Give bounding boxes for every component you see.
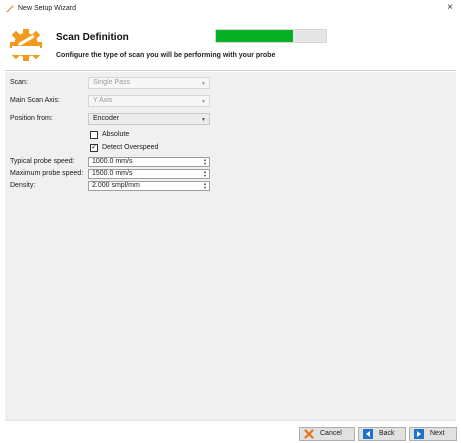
spin-arrows-icon[interactable]: ▲ ▼ bbox=[203, 182, 207, 190]
back-button-label: Back bbox=[379, 430, 395, 437]
density-value: 2.000 smpl/mm bbox=[92, 182, 140, 189]
position-from-dropdown-value: Encoder bbox=[93, 115, 120, 122]
footer-divider bbox=[5, 420, 456, 421]
wizard-progress-fill bbox=[216, 30, 293, 42]
next-button[interactable]: Next bbox=[409, 427, 457, 441]
close-icon[interactable]: × bbox=[445, 3, 455, 13]
cancel-button[interactable]: Cancel bbox=[299, 427, 355, 441]
scan-dropdown-value: Single Pass bbox=[93, 79, 130, 86]
scan-dropdown: Single Pass ▼ bbox=[88, 77, 210, 89]
chevron-down-icon: ▼ bbox=[201, 117, 206, 123]
window-title: New Setup Wizard bbox=[18, 5, 76, 12]
gear-wrench-icon bbox=[10, 29, 42, 61]
scan-label: Scan: bbox=[10, 79, 28, 86]
detect-overspeed-checkbox-label: Detect Overspeed bbox=[102, 144, 159, 151]
wizard-wand-icon bbox=[6, 5, 14, 13]
spin-arrows-icon[interactable]: ▲ ▼ bbox=[203, 158, 207, 166]
maximum-probe-speed-value: 1500.0 mm/s bbox=[92, 170, 133, 177]
position-from-dropdown[interactable]: Encoder ▼ bbox=[88, 113, 210, 125]
wizard-progress-bar bbox=[215, 29, 327, 43]
form-panel bbox=[5, 72, 456, 420]
detect-overspeed-checkbox[interactable]: ✓ bbox=[90, 144, 98, 152]
typical-probe-speed-value: 1000.0 mm/s bbox=[92, 158, 133, 165]
title-bar: New Setup Wizard × bbox=[0, 0, 461, 18]
main-scan-axis-dropdown: Y Axis ▼ bbox=[88, 95, 210, 107]
maximum-probe-speed-input[interactable]: 1500.0 mm/s ▲ ▼ bbox=[88, 169, 210, 179]
next-button-label: Next bbox=[430, 430, 445, 437]
page-title: Scan Definition bbox=[56, 32, 129, 43]
position-from-label: Position from: bbox=[10, 115, 53, 122]
maximum-probe-speed-label: Maximum probe speed: bbox=[10, 170, 84, 177]
x-icon bbox=[304, 429, 314, 439]
chevron-down-icon: ▼ bbox=[201, 81, 206, 87]
absolute-checkbox-label: Absolute bbox=[102, 131, 130, 138]
cancel-button-label: Cancel bbox=[320, 430, 342, 437]
chevron-down-icon: ▼ bbox=[201, 99, 206, 105]
next-arrow-icon bbox=[414, 429, 424, 439]
spin-arrows-icon[interactable]: ▲ ▼ bbox=[203, 170, 207, 178]
page-subtitle: Configure the type of scan you will be p… bbox=[56, 52, 276, 59]
header-divider bbox=[5, 70, 456, 71]
main-scan-axis-label: Main Scan Axis: bbox=[10, 97, 60, 104]
back-arrow-icon bbox=[363, 429, 373, 439]
absolute-checkbox[interactable] bbox=[90, 131, 98, 139]
main-scan-axis-dropdown-value: Y Axis bbox=[93, 97, 113, 104]
back-button[interactable]: Back bbox=[358, 427, 406, 441]
typical-probe-speed-input[interactable]: 1000.0 mm/s ▲ ▼ bbox=[88, 157, 210, 167]
wizard-header: Scan Definition Configure the type of sc… bbox=[5, 25, 458, 66]
density-input[interactable]: 2.000 smpl/mm ▲ ▼ bbox=[88, 181, 210, 191]
typical-probe-speed-label: Typical probe speed: bbox=[10, 158, 75, 165]
density-label: Density: bbox=[10, 182, 36, 189]
